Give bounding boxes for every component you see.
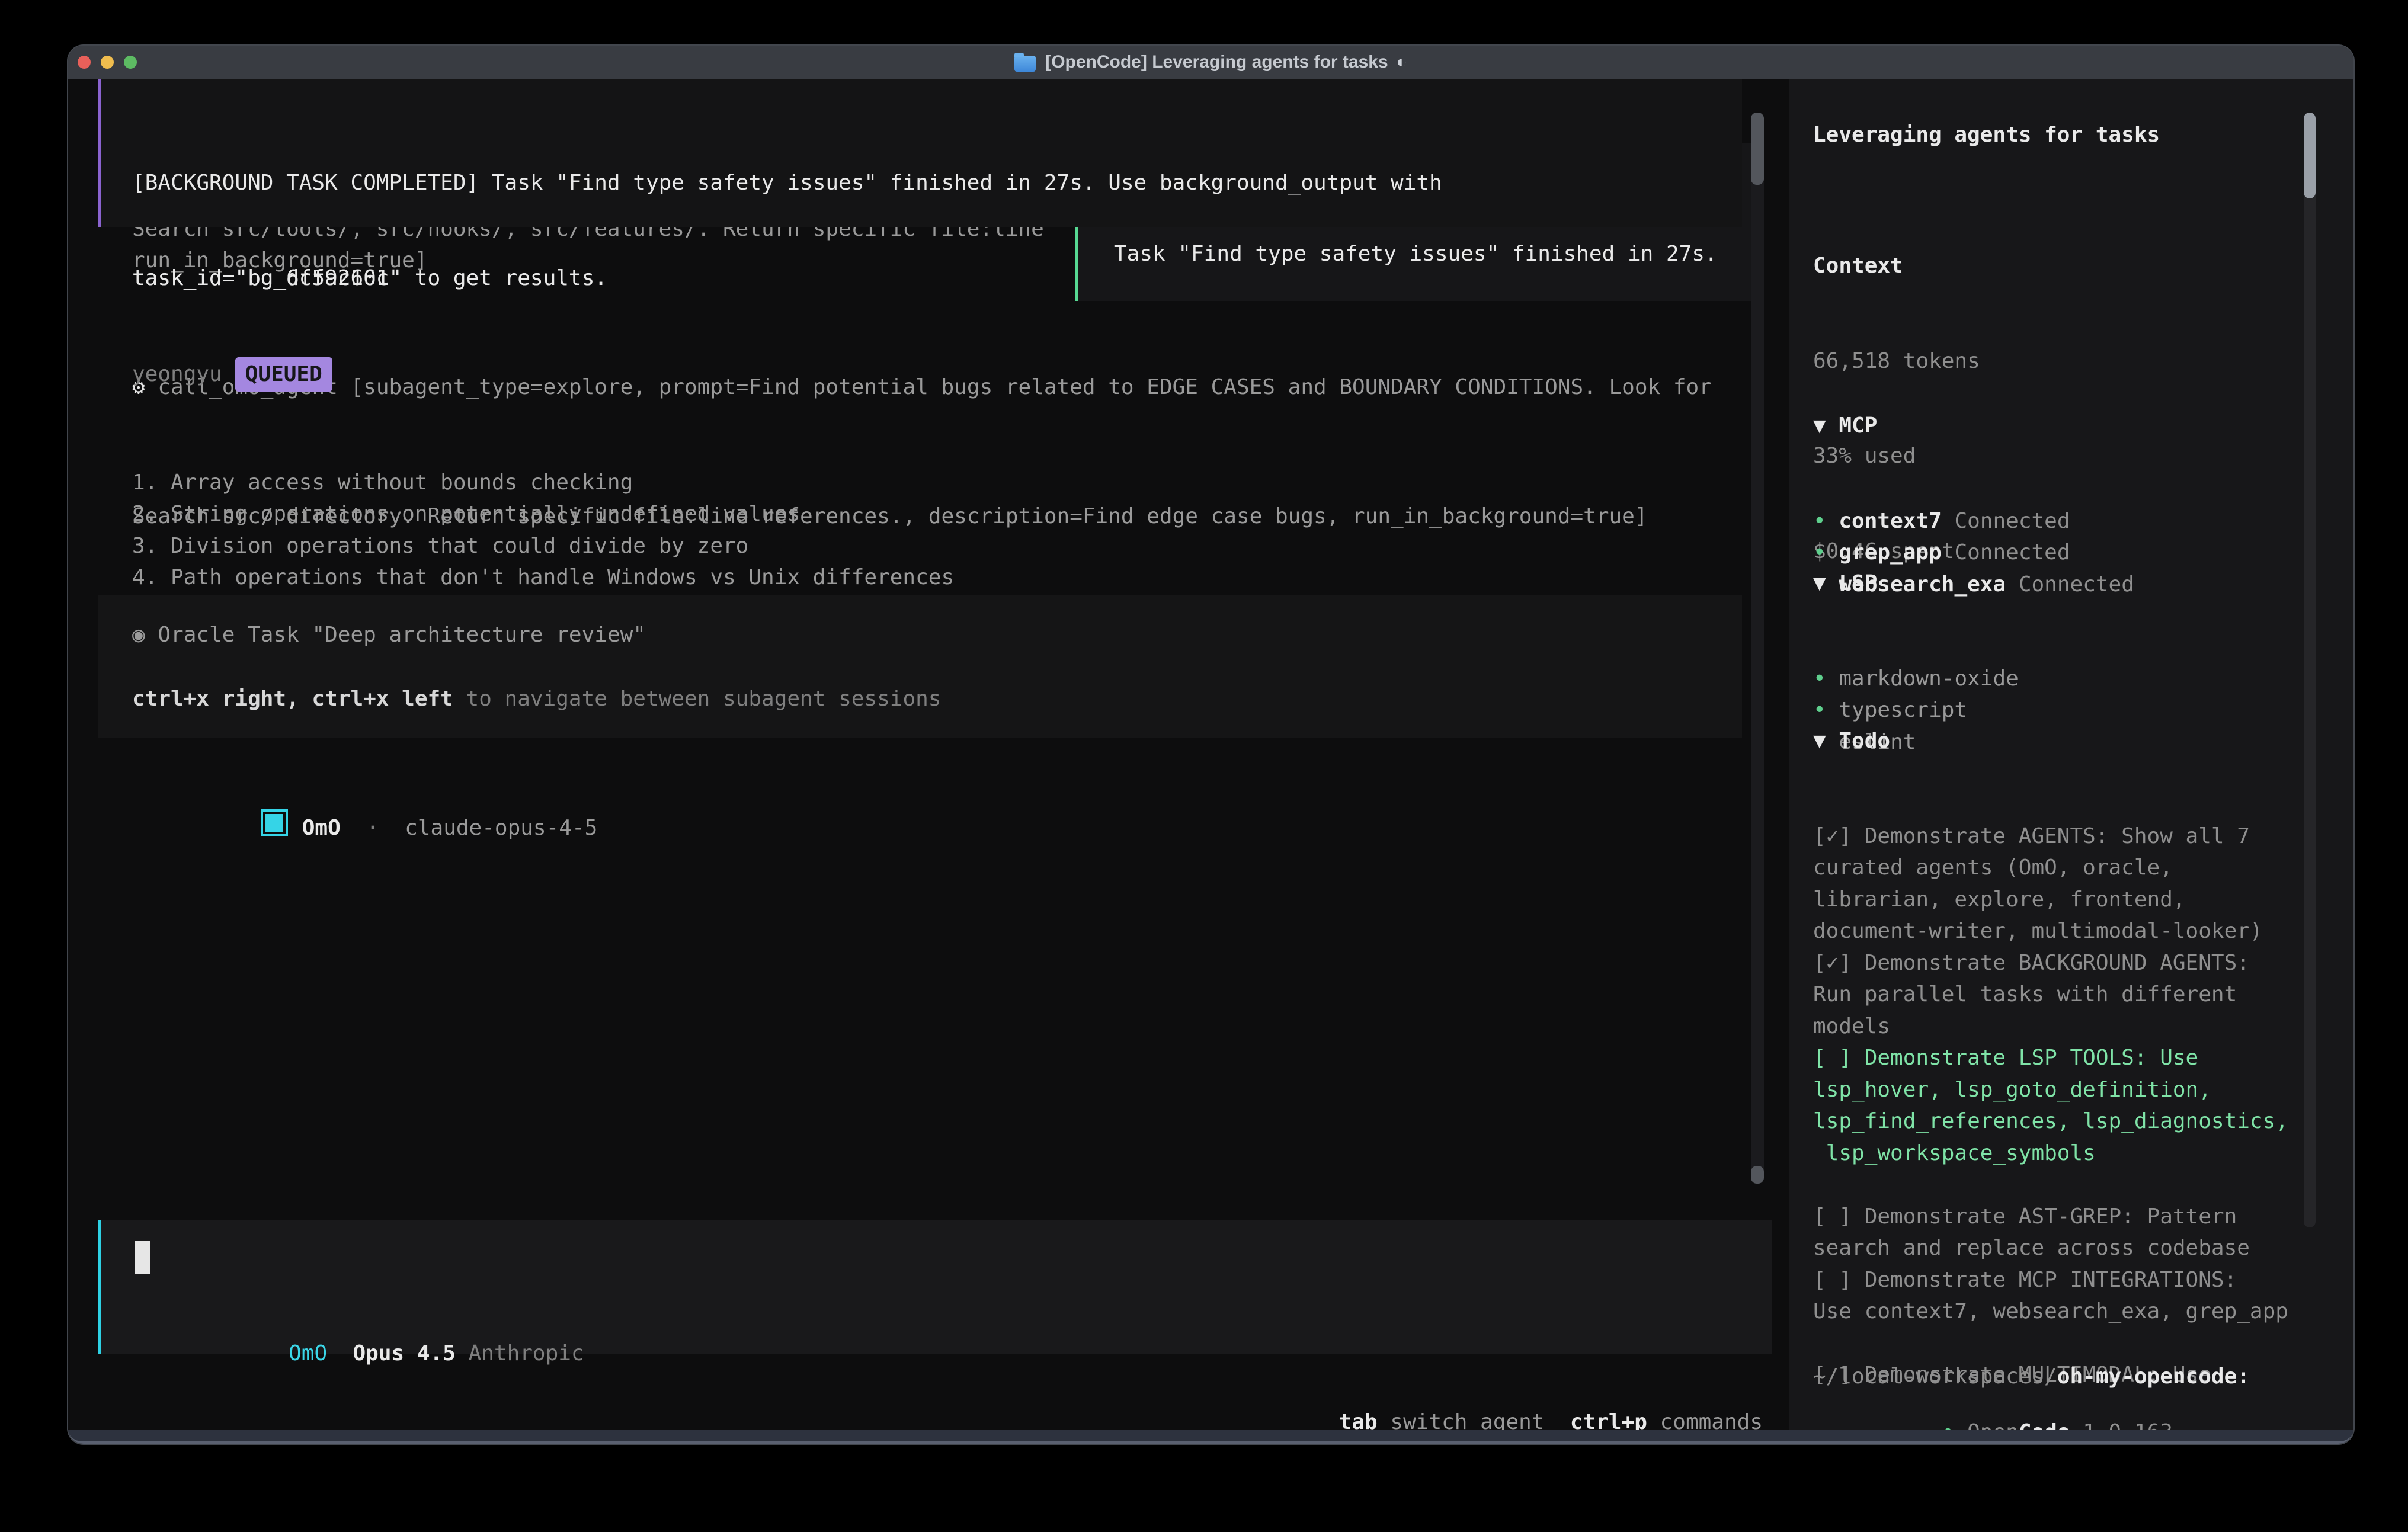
separator-glyph: · (366, 816, 379, 840)
lsp-heading-text: LSP (1839, 571, 1877, 595)
title-bar: [OpenCode] Leveraging agents for tasks ◐ (68, 46, 2353, 79)
mcp-item-status: Connected (2019, 572, 2134, 597)
task-meta-row: yeongyu QUEUED (132, 357, 1742, 392)
tab-label: switch agent (1390, 1410, 1544, 1430)
search-prompt-line: Search src/ directory. Return specific f… (132, 501, 1648, 533)
oracle-task-box: ◉ Oracle Task "Deep architecture review"… (98, 595, 1742, 738)
oracle-hint-line: ctrl+x right, ctrl+x left to navigate be… (132, 683, 941, 715)
todo-line: Run parallel tasks with different (1813, 979, 2288, 1011)
version-name-bold: Code (2019, 1420, 2070, 1430)
sidebar-scrollbar-track[interactable] (2304, 113, 2316, 1227)
tool-call-item: 1. Array access without bounds checking (132, 467, 1712, 499)
mcp-heading-text: MCP (1839, 414, 1877, 438)
ctrlp-key-hint: ctrl+p (1570, 1410, 1647, 1430)
task-line-1: [BACKGROUND TASK COMPLETED] Task "Find t… (132, 167, 1742, 199)
window-content: 3. File handles or streams not closed4. … (68, 79, 2353, 1430)
todo-line (1813, 1169, 2288, 1201)
agent-model (379, 816, 405, 840)
sidebar-scrollbar-thumb[interactable] (2304, 113, 2316, 198)
todo-line: lsp_workspace_symbols (1813, 1137, 2288, 1169)
queued-badge: QUEUED (235, 357, 332, 392)
todo-line: [ ] Demonstrate AST-GREP: Pattern (1813, 1201, 2288, 1233)
mcp-heading-label (1826, 414, 1839, 438)
input-model-name: Opus 4.5 (353, 1341, 455, 1366)
window-title: [OpenCode] Leveraging agents for tasks (1045, 52, 1388, 72)
todo-line: lsp_hover, lsp_goto_definition, (1813, 1074, 2288, 1106)
agent-header: OmO · claude-opus-4-5 (132, 775, 597, 876)
todo-line: models (1813, 1011, 2288, 1043)
ctrlp-label: commands (1660, 1410, 1763, 1430)
version-number: 1.0.163 (2070, 1420, 2173, 1430)
todo-line: document-writer, multimodal-looker) (1813, 915, 2288, 947)
oracle-hint-rest: to navigate between subagent sessions (453, 687, 942, 711)
todo-line: [ ] Demonstrate LSP TOOLS: Use (1813, 1042, 2288, 1074)
todo-line: [✓] Demonstrate BACKGROUND AGENTS: (1813, 947, 2288, 979)
desktop: [OpenCode] Leveraging agents for tasks ◐… (0, 0, 2408, 1532)
separator-dot (341, 816, 366, 840)
todo-line: lsp_find_references, lsp_diagnostics, (1813, 1105, 2288, 1137)
conversation-scrollbar-nub[interactable] (1751, 1166, 1764, 1184)
status-right: tab switch agent ctrl+p commands (1211, 1374, 1763, 1430)
conversation-scrollbar-thumb[interactable] (1751, 113, 1764, 185)
text-cursor (135, 1241, 150, 1274)
context-heading: Context (1813, 250, 1980, 282)
todo-heading[interactable]: ▼ Todo (1813, 725, 2288, 757)
lsp-heading-label (1826, 571, 1839, 595)
folder-icon (1014, 56, 1036, 72)
oracle-title: Oracle Task "Deep architecture review" (145, 623, 646, 647)
task-line-2: task_id="bg_6f59260c" to get results. (132, 262, 1742, 294)
todo-line: librarian, explore, frontend, (1813, 884, 2288, 916)
window-title-row: [OpenCode] Leveraging agents for tasks ◐ (68, 46, 2353, 79)
version-line: • OpenCode 1.0.163 (1813, 1384, 2173, 1430)
agent-model-name: claude-opus-4-5 (405, 816, 597, 840)
lsp-heading[interactable]: ▼ LSP (1813, 568, 2019, 600)
version-name-grey: Open (1967, 1420, 2019, 1430)
oracle-hint-keys: ctrl+x right, ctrl+x left (132, 687, 453, 711)
status-left: esc interrupt (107, 1374, 402, 1430)
opencode-window: [OpenCode] Leveraging agents for tasks ◐… (68, 46, 2353, 1444)
todo-line: [ ] Demonstrate MCP INTEGRATIONS: (1813, 1264, 2288, 1296)
session-title: Leveraging agents for tasks (1813, 119, 2160, 151)
bullet-dot-icon: • (1942, 1420, 1955, 1430)
todo-line: [✓] Demonstrate AGENTS: Show all 7 (1813, 821, 2288, 852)
oracle-title-line: ◉ Oracle Task "Deep architecture review" (132, 619, 646, 651)
input-agent-name: OmO (289, 1341, 327, 1366)
input-provider-name: Anthropic (469, 1341, 584, 1366)
todo-line: curated agents (OmO, oracle, (1813, 852, 2288, 884)
todo-heading-text: Todo (1839, 729, 1890, 753)
todo-line: search and replace across codebase (1813, 1232, 2288, 1264)
tab-key-hint: tab (1339, 1410, 1378, 1430)
mcp-heading[interactable]: ▼ MCP (1813, 410, 2134, 442)
tool-call-item: 4. Path operations that don't handle Win… (132, 562, 1712, 594)
collapse-triangle-icon: ▼ (1813, 571, 1826, 595)
prompt-input[interactable]: OmO Opus 4.5 Anthropic (98, 1220, 1772, 1354)
task-user: yeongyu (132, 362, 222, 386)
sidebar: Leveraging agents for tasks Context 66,5… (1789, 79, 2353, 1430)
collapse-triangle-icon: ▼ (1813, 729, 1826, 753)
conversation-pane: 3. File handles or streams not closed4. … (68, 79, 1789, 1430)
collapse-triangle-icon: ▼ (1813, 414, 1826, 438)
tool-call-item: 3. Division operations that could divide… (132, 530, 1712, 562)
agent-name: OmO (302, 816, 341, 840)
half-circle-icon: ◐ (1397, 52, 1407, 72)
background-task-box: [BACKGROUND TASK COMPLETED] Task "Find t… (98, 79, 1742, 227)
window-footer-strip (68, 1430, 2353, 1444)
agent-square-icon (261, 809, 288, 836)
conversation-scrollbar-track[interactable] (1751, 113, 1764, 1182)
record-circle-icon: ◉ (132, 623, 145, 647)
todo-heading-label (1826, 729, 1839, 753)
